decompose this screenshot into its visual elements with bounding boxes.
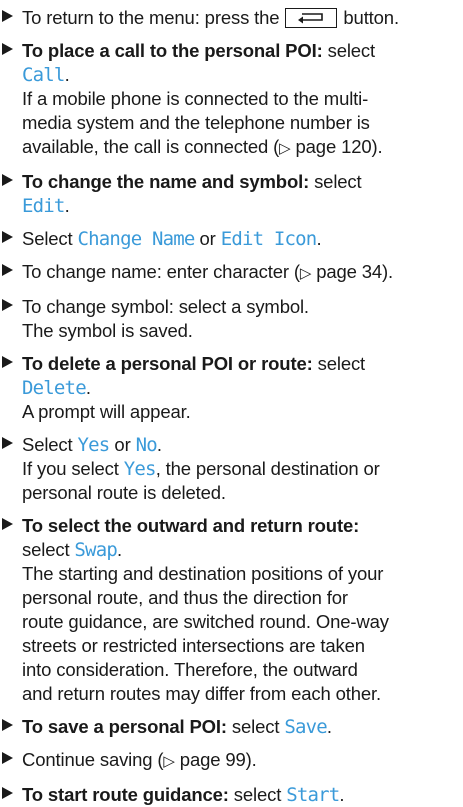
- list-item: Select Change Name or Edit Icon.: [0, 227, 463, 251]
- list-item: To start route guidance: select Start.: [0, 783, 463, 807]
- item-followup: personal route is deleted.: [22, 482, 226, 503]
- list-item: To delete a personal POI or route: selec…: [0, 352, 463, 424]
- bullet-icon: [2, 719, 13, 731]
- item-followup: personal route, and thus the direction f…: [22, 587, 348, 608]
- page-ref: page 99).: [174, 749, 257, 770]
- item-followup: media system and the telephone number is: [22, 112, 370, 133]
- item-lead: To save a personal POI:: [22, 716, 227, 737]
- page-ref: page 120).: [290, 136, 383, 157]
- item-text: button.: [338, 7, 399, 28]
- ui-label-no: No: [135, 434, 158, 456]
- page-ref-icon: ▷: [279, 140, 291, 157]
- list-item: Select Yes or No. If you select Yes, the…: [0, 433, 463, 505]
- back-arrow-icon: [285, 8, 338, 28]
- item-lead: To change the name and symbol:: [22, 171, 310, 192]
- bullet-icon: [2, 299, 13, 311]
- item-lead: To delete a personal POI or route:: [22, 353, 313, 374]
- item-text: To change symbol: select a symbol.: [22, 296, 309, 317]
- item-followup: If a mobile phone is connected to the mu…: [22, 88, 369, 109]
- item-followup: The starting and destination positions o…: [22, 563, 384, 584]
- item-lead: To select the outward and return route:: [22, 515, 360, 536]
- bullet-icon: [2, 43, 13, 55]
- list-item: To place a call to the personal POI: sel…: [0, 39, 463, 161]
- item-followup: The symbol is saved.: [22, 320, 193, 341]
- list-item: To return to the menu: press the button.: [0, 6, 463, 30]
- item-lead: To place a call to the personal POI:: [22, 40, 323, 61]
- item-followup: route guidance, are switched round. One-…: [22, 611, 389, 632]
- manual-page: To return to the menu: press the button.…: [0, 0, 463, 807]
- ui-label-change-name: Change Name: [77, 228, 196, 250]
- ui-label-edit-icon: Edit Icon: [220, 228, 318, 250]
- item-followup: available, the call is connected (: [22, 136, 280, 157]
- ui-label-start: Start: [286, 784, 340, 806]
- list-item: To change name: enter character (▷ page …: [0, 260, 463, 286]
- ui-label-yes: Yes: [123, 458, 157, 480]
- bullet-icon: [2, 752, 13, 764]
- list-item: Continue saving (▷ page 99).: [0, 748, 463, 774]
- ui-label-yes: Yes: [77, 434, 111, 456]
- ui-label-edit: Edit: [22, 195, 65, 217]
- bullet-icon: [2, 231, 13, 243]
- item-followup: into consideration. Therefore, the outwa…: [22, 659, 358, 680]
- item-lead: To start route guidance:: [22, 784, 229, 805]
- bullet-icon: [2, 174, 13, 186]
- bullet-icon: [2, 10, 13, 22]
- ui-label-swap: Swap: [74, 539, 117, 561]
- list-item: To select the outward and return route: …: [0, 514, 463, 706]
- bullet-icon: [2, 518, 13, 530]
- item-followup: and return routes may differ from each o…: [22, 683, 381, 704]
- bullet-icon: [2, 787, 13, 799]
- page-ref: page 34).: [311, 261, 394, 282]
- bullet-icon: [2, 264, 13, 276]
- ui-label-call: Call: [22, 64, 65, 86]
- ui-label-save: Save: [284, 716, 327, 738]
- list-item: To save a personal POI: select Save.: [0, 715, 463, 739]
- list-item: To change symbol: select a symbol. The s…: [0, 295, 463, 343]
- item-followup: streets or restricted intersections are …: [22, 635, 365, 656]
- list-item: To change the name and symbol: select Ed…: [0, 170, 463, 218]
- bullet-icon: [2, 437, 13, 449]
- item-followup: A prompt will appear.: [22, 401, 191, 422]
- ui-label-delete: Delete: [22, 377, 87, 399]
- item-text: To return to the menu: press the: [22, 7, 285, 28]
- page-ref-icon: ▷: [163, 753, 175, 770]
- page-ref-icon: ▷: [299, 265, 312, 282]
- bullet-icon: [2, 356, 13, 368]
